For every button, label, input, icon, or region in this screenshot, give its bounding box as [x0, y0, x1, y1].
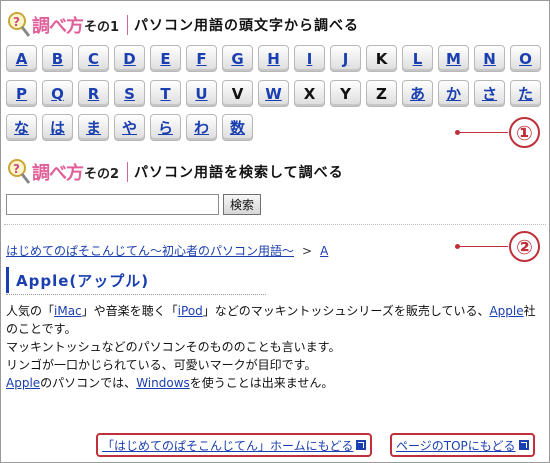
key-D[interactable]: D	[114, 45, 145, 72]
ipod-link[interactable]: iPod	[178, 304, 203, 318]
key-H[interactable]: H	[258, 45, 289, 72]
key-や[interactable]: や	[114, 114, 145, 141]
apple-link[interactable]: Apple	[489, 304, 523, 318]
desc-text: 」や音楽を聴く「	[81, 304, 178, 318]
desc-text: 」などのマッキントッシュシリーズを販売している、	[202, 304, 490, 318]
key-J[interactable]: J	[330, 45, 361, 72]
key-N[interactable]: N	[474, 45, 505, 72]
key-O[interactable]: O	[510, 45, 541, 72]
key-数[interactable]: 数	[222, 114, 253, 141]
key-は[interactable]: は	[42, 114, 73, 141]
key-ら[interactable]: ら	[150, 114, 181, 141]
section2-header: ? 調べ方 その2 パソコン用語を検索して調べる	[6, 157, 344, 187]
key-Z: Z	[366, 80, 397, 107]
search-button[interactable]: 検索	[223, 194, 261, 215]
desc-line-1: 人気の「iMac」や音楽を聴く「iPod」などのマッキントッシュシリーズを販売し…	[6, 302, 546, 338]
key-T[interactable]: T	[150, 80, 181, 107]
key-S[interactable]: S	[114, 80, 145, 107]
key-P[interactable]: P	[6, 80, 37, 107]
key-ま[interactable]: ま	[78, 114, 109, 141]
key-W[interactable]: W	[258, 80, 289, 107]
key-V: V	[222, 80, 253, 107]
section1-header: ? 調べ方 その1 パソコン用語の頭文字から調べる	[6, 10, 359, 40]
svg-text:?: ?	[13, 15, 20, 29]
section1-suffix: その1	[84, 19, 120, 35]
key-A[interactable]: A	[6, 45, 37, 72]
desc-text: のパソコンでは、	[40, 376, 137, 390]
section2-desc: パソコン用語を検索して調べる	[134, 165, 344, 181]
page-top-button[interactable]: ページのTOPにもどる	[390, 433, 535, 457]
key-あ[interactable]: あ	[402, 80, 433, 107]
key-わ[interactable]: わ	[186, 114, 217, 141]
key-か[interactable]: か	[438, 80, 469, 107]
apple-link[interactable]: Apple	[6, 376, 40, 390]
key-な[interactable]: な	[6, 114, 37, 141]
breadcrumb: はじめてのぱそこんじてん～初心者のパソコン用語～ > A	[6, 242, 328, 259]
magnifier-question-icon: ?	[8, 159, 31, 184]
callout-2-line	[458, 246, 508, 247]
key-L[interactable]: L	[402, 45, 433, 72]
breadcrumb-current-link[interactable]: A	[320, 244, 328, 258]
term-underline	[6, 294, 266, 295]
breadcrumb-home-link[interactable]: はじめてのぱそこんじてん～初心者のパソコン用語～	[6, 244, 294, 258]
desc-line-3: リンゴが一口かじられている、可愛いマークが目印です。	[6, 358, 317, 372]
key-X: X	[294, 80, 325, 107]
section2-title: 調べ方	[32, 163, 84, 184]
callout-1-badge: ①	[509, 117, 540, 148]
imac-link[interactable]: iMac	[54, 304, 82, 318]
page-top-link[interactable]: ページのTOPにもどる	[396, 437, 516, 454]
desc-text: を使うことは出来ません。	[189, 376, 334, 390]
key-R[interactable]: R	[78, 80, 109, 107]
key-U[interactable]: U	[186, 80, 217, 107]
key-B[interactable]: B	[42, 45, 73, 72]
section1-desc: パソコン用語の頭文字から調べる	[134, 18, 360, 34]
key-I[interactable]: I	[294, 45, 325, 72]
desc-line-4: Appleのパソコンでは、Windowsを使うことは出来ません。	[6, 374, 546, 392]
breadcrumb-separator: >	[302, 244, 313, 258]
home-return-link[interactable]: 「はじめてのぱそこんじてん」ホームにもどる	[102, 437, 353, 454]
key-G[interactable]: G	[222, 45, 253, 72]
arrow-up-right-icon	[518, 440, 529, 450]
search-input[interactable]	[6, 194, 219, 215]
key-さ[interactable]: さ	[474, 80, 505, 107]
home-return-button[interactable]: 「はじめてのぱそこんじてん」ホームにもどる	[96, 433, 373, 457]
key-C[interactable]: C	[78, 45, 109, 72]
svg-text:?: ?	[13, 162, 20, 176]
section2-separator	[127, 162, 129, 182]
section-divider	[4, 224, 546, 225]
section2-suffix: その2	[84, 166, 120, 182]
desc-text: 人気の「	[6, 304, 55, 318]
key-F[interactable]: F	[186, 45, 217, 72]
callout-2-badge: ②	[509, 231, 540, 262]
desc-line-2: マッキントッシュなどのパソコンそのもののことも言います。	[6, 340, 341, 354]
callout-1-line	[458, 132, 508, 133]
term-heading: Apple(アップル)	[6, 267, 149, 293]
key-Q[interactable]: Q	[42, 80, 73, 107]
key-E[interactable]: E	[150, 45, 181, 72]
section1-title: 調べ方	[32, 16, 84, 37]
windows-link[interactable]: Windows	[136, 376, 190, 390]
arrow-up-right-icon	[356, 440, 367, 450]
magnifier-question-icon: ?	[8, 12, 31, 37]
section1-separator	[127, 15, 129, 35]
key-た[interactable]: た	[510, 80, 541, 107]
key-Y: Y	[330, 80, 361, 107]
term-description: 人気の「iMac」や音楽を聴く「iPod」などのマッキントッシュシリーズを販売し…	[6, 302, 546, 392]
key-M[interactable]: M	[438, 45, 469, 72]
key-K: K	[366, 45, 397, 72]
